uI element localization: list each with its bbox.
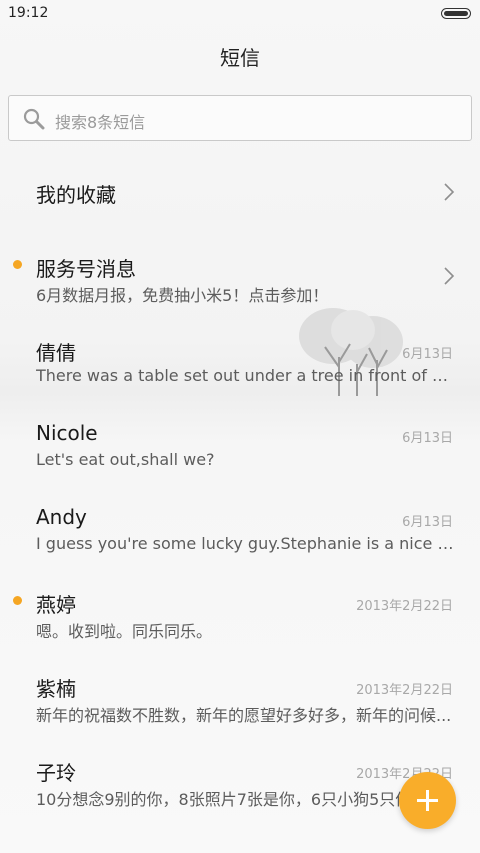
conversation-row[interactable]: 紫楠 2013年2月22日 新年的祝福数不胜数，新年的愿望好多好多，新年的问候.… — [0, 673, 480, 757]
search-input[interactable]: 搜索8条短信 — [55, 109, 145, 133]
conversation-row[interactable]: Andy 6月13日 I guess you're some lucky guy… — [0, 505, 480, 589]
unread-dot — [13, 260, 22, 269]
search-bar[interactable]: 搜索8条短信 — [8, 95, 472, 141]
search-icon — [23, 108, 45, 130]
message-preview: I guess you're some lucky guy.Stephanie … — [36, 534, 454, 553]
message-date: 6月13日 — [402, 347, 453, 362]
service-messages-row[interactable]: 服务号消息 6月数据月报，免费抽小米5！点击参加！ — [0, 253, 480, 337]
service-name: 服务号消息 — [36, 257, 136, 281]
page-title: 短信 — [220, 46, 260, 70]
unread-dot — [13, 596, 22, 605]
conversation-row[interactable]: Nicole 6月13日 Let's eat out,shall we? — [0, 421, 480, 505]
chevron-right-icon — [444, 183, 455, 201]
message-preview: 新年的祝福数不胜数，新年的愿望好多好多，新年的问候... — [36, 706, 452, 725]
contact-name: Andy — [36, 505, 87, 529]
contact-name: 燕婷 — [36, 593, 76, 617]
contact-name: 倩倩 — [36, 341, 76, 365]
contact-name: Nicole — [36, 421, 98, 445]
message-date: 6月13日 — [402, 431, 453, 446]
message-preview: 10分想念9别的你，8张照片7张是你，6只小狗5只像你 — [36, 790, 428, 809]
message-date: 6月13日 — [402, 515, 453, 530]
contact-name: 子玲 — [36, 761, 76, 785]
favorites-label: 我的收藏 — [36, 183, 116, 207]
message-preview: There was a table set out under a tree i… — [36, 366, 454, 385]
message-date: 2013年2月22日 — [356, 599, 453, 614]
compose-button[interactable] — [399, 772, 456, 829]
favorites-row[interactable]: 我的收藏 — [0, 179, 480, 263]
status-time: 19:12 — [8, 5, 49, 21]
message-preview: 嗯。收到啦。同乐同乐。 — [36, 622, 213, 641]
status-bar: 19:12 — [0, 0, 480, 28]
message-preview: Let's eat out,shall we? — [36, 450, 215, 469]
battery-icon — [441, 8, 471, 19]
message-date: 2013年2月22日 — [356, 683, 453, 698]
service-preview: 6月数据月报，免费抽小米5！点击参加！ — [36, 286, 329, 305]
conversation-row[interactable]: 燕婷 2013年2月22日 嗯。收到啦。同乐同乐。 — [0, 589, 480, 673]
conversation-row[interactable]: 倩倩 6月13日 There was a table set out under… — [0, 337, 480, 421]
contact-name: 紫楠 — [36, 677, 76, 701]
chevron-right-icon — [444, 267, 455, 285]
